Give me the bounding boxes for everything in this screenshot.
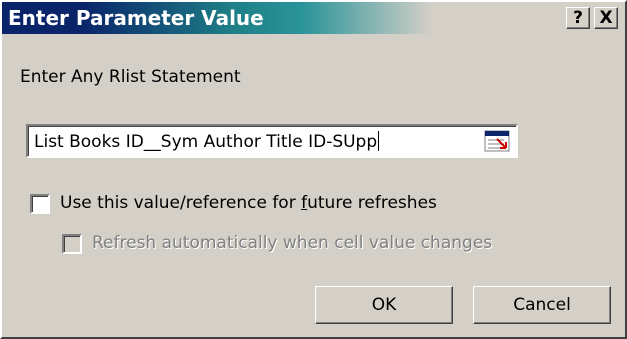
help-button[interactable]: ?	[566, 7, 590, 29]
cancel-button[interactable]: Cancel	[473, 286, 611, 324]
range-select-icon[interactable]	[484, 130, 510, 152]
text-caret	[378, 131, 380, 151]
close-button[interactable]: X	[594, 7, 618, 29]
parameter-dialog: Enter Parameter Value ? X Enter Any Rlis…	[0, 0, 627, 339]
parameter-input[interactable]: List Books ID__Sym Author Title ID-SUpp	[26, 124, 518, 158]
auto-refresh-label: Refresh automatically when cell value ch…	[92, 233, 493, 253]
prompt-label: Enter Any Rlist Statement	[20, 67, 241, 87]
auto-refresh-checkbox	[62, 234, 82, 254]
window-title: Enter Parameter Value	[8, 6, 264, 30]
parameter-input-value[interactable]: List Books ID__Sym Author Title ID-SUpp	[34, 131, 380, 153]
use-value-label[interactable]: Use this value/reference for future refr…	[60, 192, 437, 214]
use-value-checkbox[interactable]	[30, 194, 50, 214]
ok-button[interactable]: OK	[315, 286, 453, 324]
title-bar[interactable]: Enter Parameter Value ? X	[2, 2, 625, 34]
